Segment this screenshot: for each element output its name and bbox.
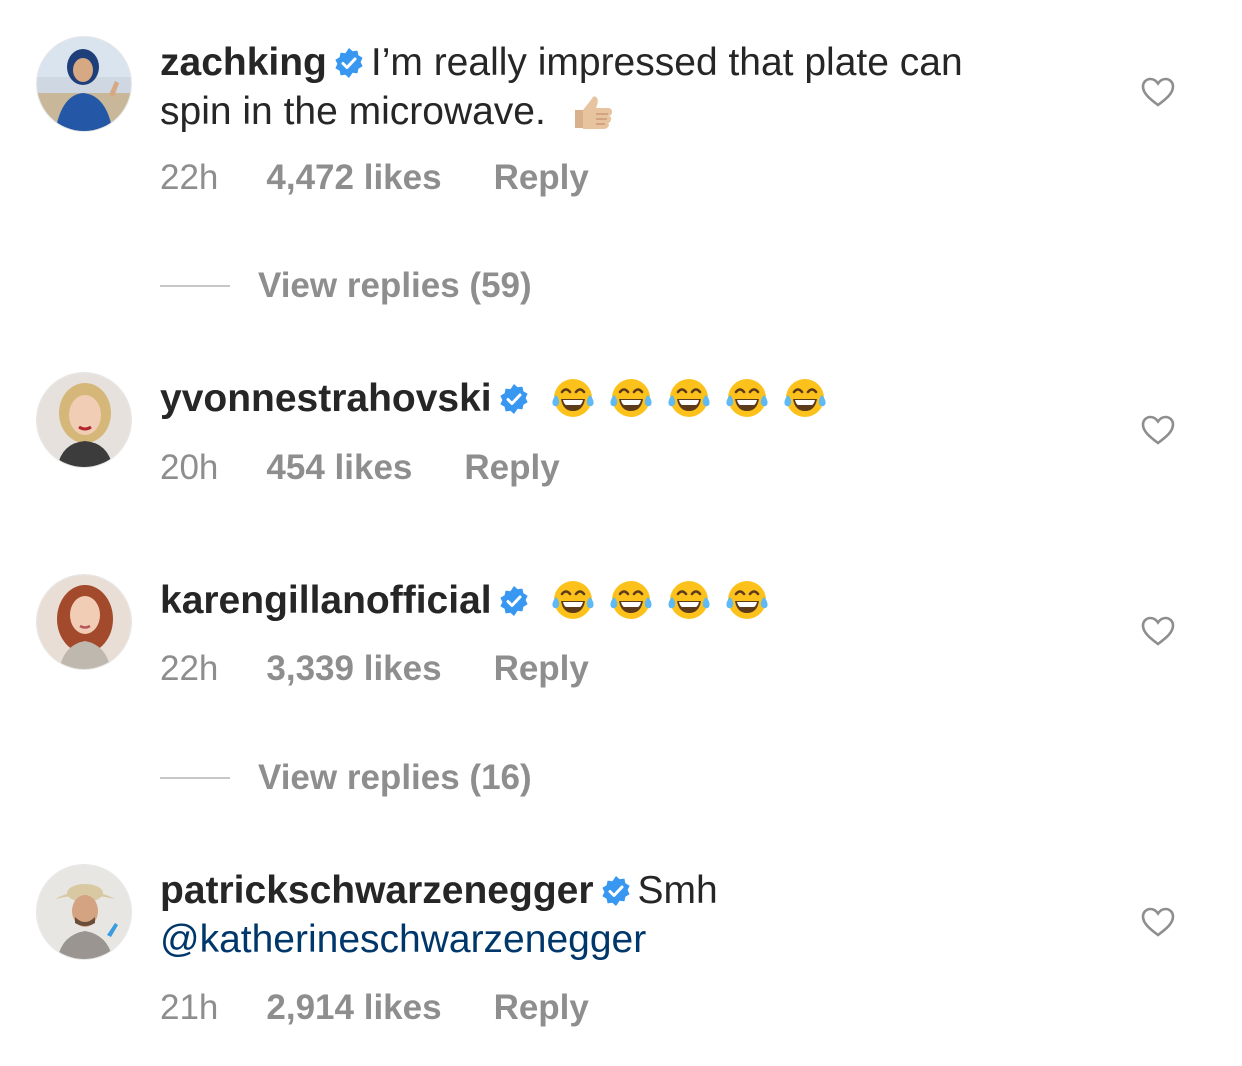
tears-of-joy-emoji-icon — [724, 375, 770, 421]
tears-of-joy-emoji-icon — [550, 375, 596, 421]
tears-of-joy-emoji-icon — [608, 577, 654, 623]
tears-of-joy-emoji-icon — [724, 577, 770, 623]
like-heart-icon[interactable] — [1140, 74, 1176, 110]
comment-text: Smh — [637, 869, 718, 912]
view-replies-label[interactable]: View replies (59) — [258, 266, 532, 305]
like-heart-icon[interactable] — [1140, 904, 1176, 940]
tears-of-joy-emoji-icon — [666, 375, 712, 421]
avatar-photo-icon — [37, 865, 131, 959]
tears-of-joy-emoji-icon — [550, 577, 596, 623]
view-replies-button[interactable]: View replies (16) — [160, 758, 532, 798]
reply-button[interactable]: Reply — [494, 649, 589, 689]
avatar-patrickschwarzenegger[interactable] — [36, 864, 132, 960]
avatar-karengillanofficial[interactable] — [36, 574, 132, 670]
tears-of-joy-emoji-icon — [666, 577, 712, 623]
comment-time: 21h — [160, 988, 219, 1027]
view-replies-divider — [160, 776, 230, 779]
comment-username[interactable]: patrickschwarzenegger — [160, 869, 594, 912]
verified-badge-icon — [600, 875, 632, 907]
tears-of-joy-emoji-icon — [608, 375, 654, 421]
reply-button[interactable]: Reply — [464, 448, 559, 488]
comment-likes[interactable]: 4,472 likes — [266, 158, 441, 198]
reply-button[interactable]: Reply — [494, 158, 589, 198]
comment-likes[interactable]: 454 likes — [266, 448, 412, 488]
comment-username[interactable]: zachking — [160, 41, 327, 84]
view-replies-label[interactable]: View replies (16) — [258, 758, 532, 797]
comment-text: spin in the microwave. — [160, 90, 546, 133]
like-heart-icon[interactable] — [1140, 613, 1176, 649]
view-replies-button[interactable]: View replies (59) — [160, 266, 532, 306]
comment-likes[interactable]: 2,914 likes — [266, 988, 441, 1028]
verified-badge-icon — [498, 585, 530, 617]
tears-of-joy-emoji-icon — [782, 375, 828, 421]
comment-username[interactable]: yvonnestrahovski — [160, 377, 492, 420]
comment-likes[interactable]: 3,339 likes — [266, 649, 441, 689]
avatar-zachking[interactable] — [36, 36, 132, 132]
reply-button[interactable]: Reply — [494, 988, 589, 1028]
avatar-photo-icon — [37, 37, 131, 131]
mention-link[interactable]: @katherineschwarzenegger — [160, 918, 646, 961]
avatar-yvonnestrahovski[interactable] — [36, 372, 132, 468]
comment-username[interactable]: karengillanofficial — [160, 579, 492, 622]
view-replies-divider — [160, 284, 230, 287]
comment-text: I’m really impressed that plate can — [370, 41, 963, 84]
avatar-photo-icon — [37, 575, 131, 669]
comment-time: 22h — [160, 649, 219, 688]
thumbs-up-emoji-icon — [569, 88, 615, 134]
comment-time: 20h — [160, 448, 219, 487]
like-heart-icon[interactable] — [1140, 412, 1176, 448]
verified-badge-icon — [333, 47, 365, 79]
avatar-photo-icon — [37, 373, 131, 467]
comment-time: 22h — [160, 158, 219, 197]
verified-badge-icon — [498, 383, 530, 415]
